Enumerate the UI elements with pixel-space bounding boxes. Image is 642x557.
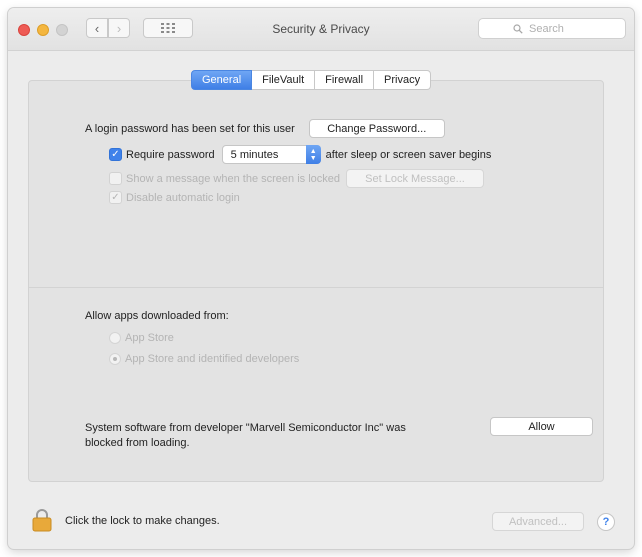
require-password-suffix: after sleep or screen saver begins [325,148,492,161]
advanced-button[interactable]: Advanced... [492,512,584,531]
grid-icon [161,23,175,33]
section-divider [29,287,603,288]
disable-autologin-label: Disable automatic login [126,191,240,204]
tab-general[interactable]: General [191,70,253,90]
require-password-delay-select[interactable]: 5 minutes ▲ ▼ [221,145,321,164]
require-password-checkbox[interactable]: ✓ [109,148,122,161]
forward-button[interactable]: › [108,18,130,38]
disable-autologin-checkbox[interactable]: ✓ [109,191,122,204]
lock-message: Click the lock to make changes. [65,515,220,527]
show-message-checkbox[interactable] [109,172,122,185]
allow-apps-heading: Allow apps downloaded from: [85,310,229,322]
back-button[interactable]: ‹ [86,18,108,38]
help-button[interactable]: ? [597,513,615,531]
change-password-button[interactable]: Change Password... [308,119,445,138]
identified-developers-radio[interactable] [109,353,121,365]
security-privacy-window: ‹ › Security & Privacy A l [8,8,634,549]
chevron-left-icon: ‹ [94,20,100,36]
zoom-window-button[interactable] [56,24,68,36]
set-lock-message-button[interactable]: Set Lock Message... [346,169,485,188]
login-password-row: A login password has been set for this u… [85,119,445,138]
allow-apps-option-identified[interactable]: App Store and identified developers [109,353,299,365]
search-input[interactable] [527,21,591,36]
checkmark-icon: ✓ [111,191,120,203]
title-bar: ‹ › Security & Privacy [8,8,634,51]
show-all-button[interactable] [143,18,193,38]
search-field[interactable] [478,18,626,39]
app-store-label: App Store [125,332,174,344]
show-message-label: Show a message when the screen is locked [126,172,341,185]
system-software-message: System software from developer "Marvell … [85,421,406,451]
allow-apps-option-app-store[interactable]: App Store [109,332,174,344]
tab-firewall[interactable]: Firewall [315,70,375,90]
window-title: Security & Privacy [272,22,370,36]
tab-filevault[interactable]: FileVault [252,70,316,90]
tab-privacy[interactable]: Privacy [374,70,432,90]
allow-apps-heading-row: Allow apps downloaded from: [85,310,229,322]
identified-developers-label: App Store and identified developers [125,353,300,365]
close-window-button[interactable] [18,24,30,36]
lock-icon[interactable] [32,508,52,532]
search-icon [513,23,523,34]
tab-bar: General FileVault Firewall Privacy [191,70,432,90]
app-store-radio[interactable] [109,332,121,344]
stepper-arrows-icon: ▲ ▼ [305,145,321,164]
disable-autologin-row: ✓ Disable automatic login [109,191,240,204]
require-password-delay-value: 5 minutes [230,148,279,161]
require-password-label: Require password [126,148,215,161]
help-icon: ? [602,516,610,528]
checkmark-icon: ✓ [111,148,120,160]
system-software-message-line1: System software from developer "Marvell … [85,422,406,434]
chevron-right-icon: › [116,20,122,36]
system-software-message-line2: blocked from loading. [85,437,190,449]
tab-content-panel: A login password has been set for this u… [28,80,604,482]
allow-button[interactable]: Allow [490,417,593,436]
login-password-text: A login password has been set for this u… [85,122,295,135]
require-password-row: ✓ Require password 5 minutes ▲ ▼ after sl… [109,145,491,164]
minimize-window-button[interactable] [37,24,49,36]
show-message-row: Show a message when the screen is locked… [109,169,485,188]
